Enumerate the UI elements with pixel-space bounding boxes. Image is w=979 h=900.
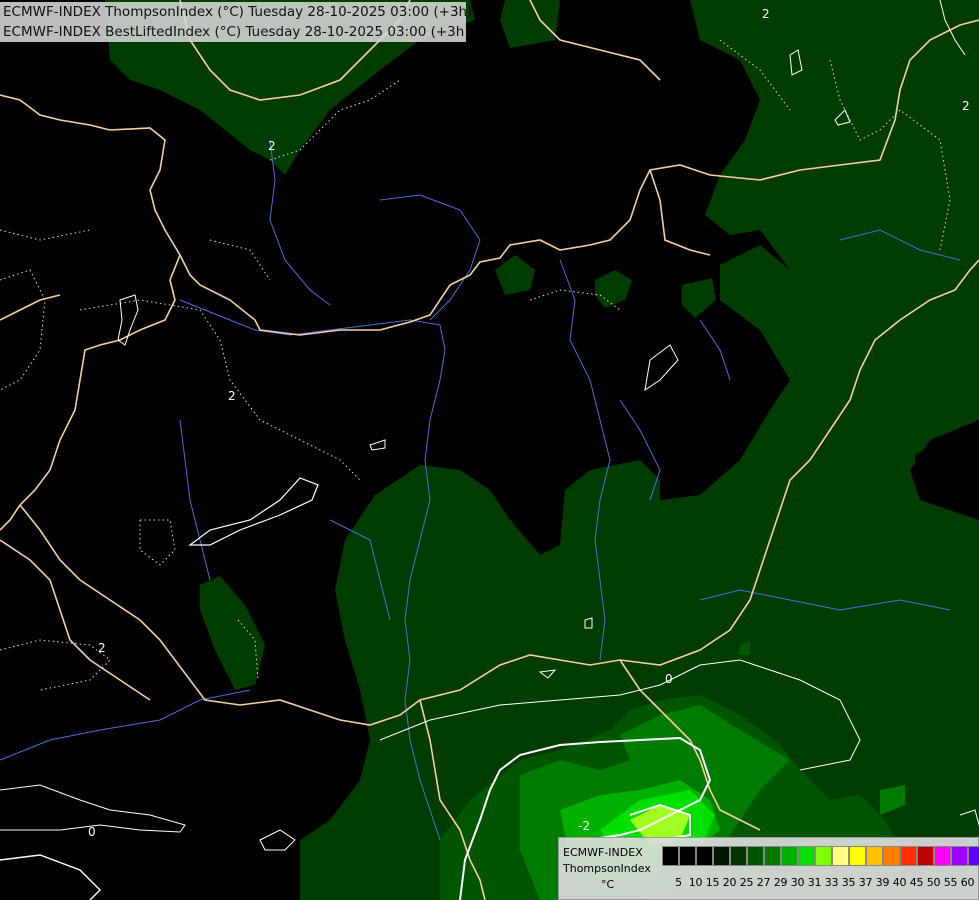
contour-label-2-top: 2 — [762, 7, 770, 21]
legend-swatch — [900, 846, 917, 866]
legend-tick: 15 — [705, 876, 720, 889]
legend-swatch — [951, 846, 968, 866]
legend-tick: 30 — [790, 876, 805, 889]
legend-unit-label: °C — [601, 878, 615, 891]
legend-tick: 5 — [675, 876, 682, 889]
legend-swatch — [730, 846, 747, 866]
legend-swatch — [781, 846, 798, 866]
legend-tick: 29 — [773, 876, 788, 889]
contour-label-2-east: 2 — [962, 99, 970, 113]
legend-tick: 33 — [824, 876, 839, 889]
legend-tick: 40 — [892, 876, 907, 889]
map-title-thompson-index: ECMWF-INDEX ThompsonIndex (°C) Tuesday 2… — [0, 2, 472, 22]
legend-swatch — [917, 846, 934, 866]
legend-swatch — [934, 846, 951, 866]
contour-label-0-south: 0 — [665, 672, 673, 686]
legend-swatch — [866, 846, 883, 866]
legend-swatch — [883, 846, 900, 866]
legend-swatch — [764, 846, 781, 866]
legend-swatch — [832, 846, 849, 866]
legend-swatch — [713, 846, 730, 866]
legend-model-label: ECMWF-INDEX — [563, 846, 643, 859]
contour-label-2-west: 2 — [228, 389, 236, 403]
legend-swatch — [815, 846, 832, 866]
legend-swatch — [696, 846, 713, 866]
legend-swatch — [968, 846, 979, 866]
legend-tick: 37 — [858, 876, 873, 889]
legend-tick: 35 — [841, 876, 856, 889]
legend-swatch — [662, 846, 679, 866]
contour-label-2-north: 2 — [268, 139, 276, 153]
legend-tick: 60 — [960, 876, 975, 889]
legend-swatch — [798, 846, 815, 866]
legend-tick: 31 — [807, 876, 822, 889]
legend-swatch — [679, 846, 696, 866]
legend-tick: 20 — [722, 876, 737, 889]
legend-tick-labels: 5 10 15 20 25 27 29 30 31 33 35 37 39 40 45 50 55 60 — [662, 876, 976, 889]
legend-tick: 55 — [943, 876, 958, 889]
legend-swatch — [747, 846, 764, 866]
legend-tick: 39 — [875, 876, 890, 889]
legend-parameter-label: ThompsonIndex — [563, 862, 651, 875]
legend-tick: 50 — [926, 876, 941, 889]
color-legend: ECMWF-INDEX ThompsonIndex °C 5 10 15 20 25 27… — [558, 837, 979, 900]
contour-label-0-southwest: 0 — [88, 825, 96, 839]
contour-label-2-southwest: 2 — [98, 641, 106, 655]
legend-tick: 45 — [909, 876, 924, 889]
legend-tick: 10 — [688, 876, 703, 889]
legend-color-scale — [662, 846, 979, 866]
contour-label-neg2: -2 — [578, 819, 590, 833]
weather-map: 2 2 2 2 2 0 0 -2 — [0, 0, 979, 900]
map-title-best-lifted-index: ECMWF-INDEX BestLiftedIndex (°C) Tuesday… — [0, 22, 470, 42]
legend-swatch — [849, 846, 866, 866]
legend-tick: 25 — [739, 876, 754, 889]
legend-tick: 27 — [756, 876, 771, 889]
